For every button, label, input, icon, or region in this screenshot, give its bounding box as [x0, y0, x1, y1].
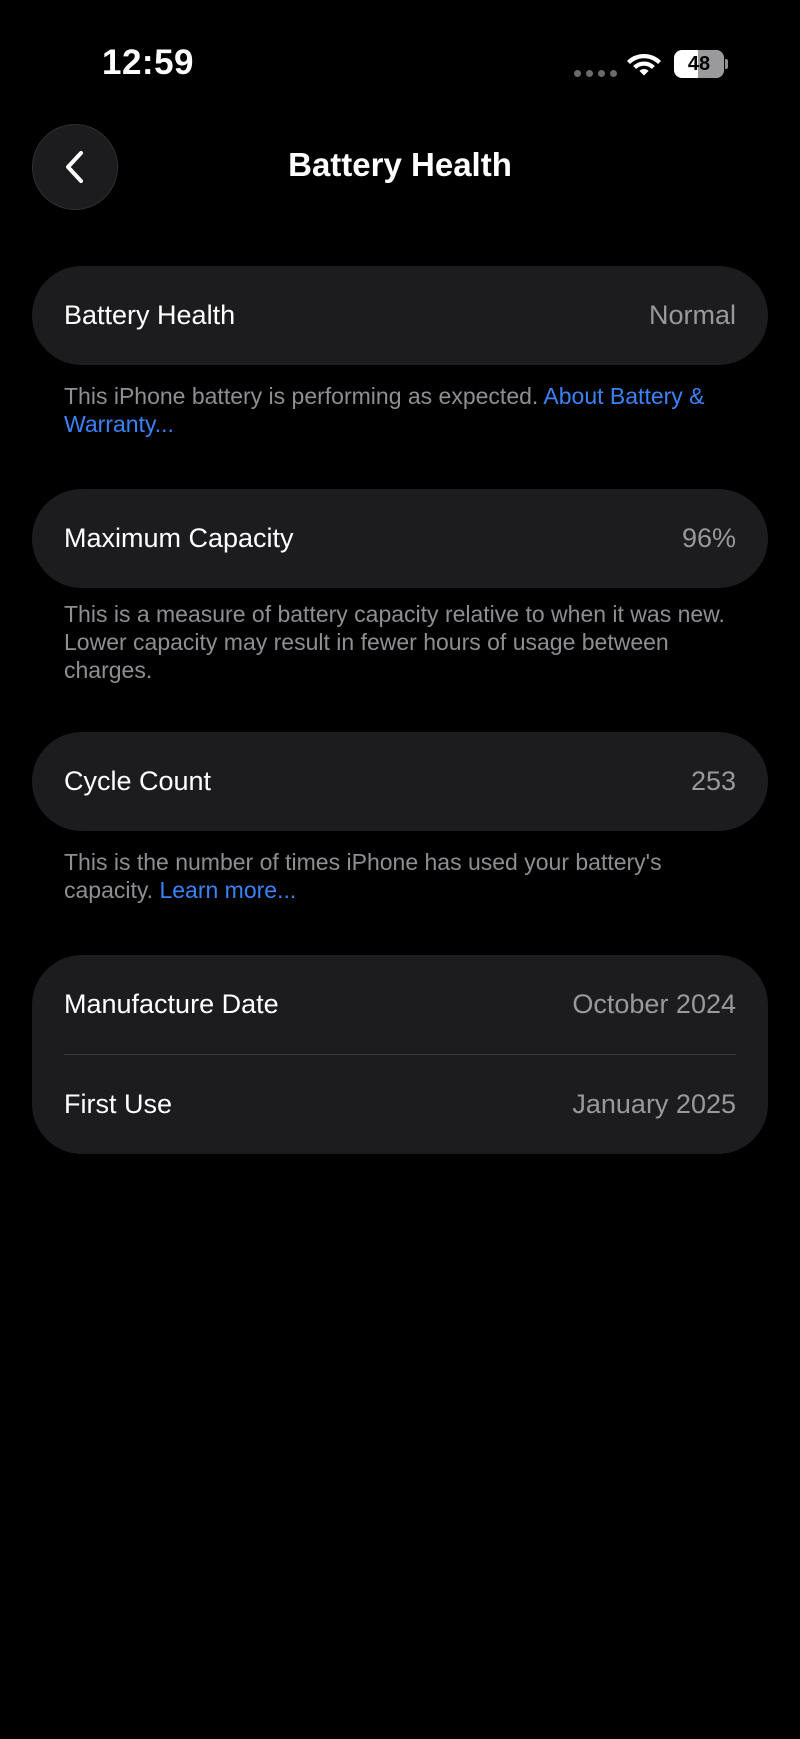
first-use-row[interactable]: First Use January 2025: [32, 1055, 768, 1154]
manufacture-date-value: October 2024: [572, 989, 736, 1019]
cycle-count-card: Cycle Count 253: [32, 732, 768, 831]
battery-health-footnote: This iPhone battery is performing as exp…: [64, 382, 754, 438]
first-use-value: January 2025: [572, 1089, 736, 1119]
cycle-count-label: Cycle Count: [64, 766, 212, 796]
status-bar: 12:59 48: [0, 0, 800, 130]
battery-health-row[interactable]: Battery Health Normal: [32, 266, 768, 365]
status-time: 12:59: [102, 43, 195, 82]
page-title: Battery Health: [288, 146, 512, 183]
battery-icon: 48: [674, 50, 728, 78]
maximum-capacity-row[interactable]: Maximum Capacity 96%: [32, 489, 768, 588]
cycle-count-footnote-text: This is the number of times iPhone has u…: [64, 849, 662, 903]
manufacture-date-label: Manufacture Date: [64, 989, 279, 1019]
cycle-count-value: 253: [690, 766, 736, 796]
cellular-signal-icon: [574, 70, 617, 77]
first-use-label: First Use: [64, 1089, 172, 1119]
learn-more-link[interactable]: Learn more...: [159, 877, 296, 903]
wifi-icon: [627, 54, 661, 76]
maximum-capacity-footnote: This is a measure of battery capacity re…: [64, 601, 725, 683]
cycle-count-row[interactable]: Cycle Count 253: [32, 732, 768, 831]
maximum-capacity-card: Maximum Capacity 96%: [32, 489, 768, 588]
battery-health-footnote-text: This iPhone battery is performing as exp…: [64, 383, 544, 409]
cycle-count-footnote: This is the number of times iPhone has u…: [64, 848, 754, 904]
maximum-capacity-label: Maximum Capacity: [64, 523, 294, 553]
battery-dates-card: Manufacture Date October 2024 First Use …: [32, 955, 768, 1154]
battery-health-label: Battery Health: [64, 300, 236, 330]
battery-health-value: Normal: [648, 300, 736, 330]
maximum-capacity-value: 96%: [681, 523, 736, 553]
battery-level-text: 48: [687, 53, 711, 75]
battery-health-card: Battery Health Normal: [32, 266, 768, 365]
manufacture-date-row[interactable]: Manufacture Date October 2024: [32, 955, 768, 1054]
